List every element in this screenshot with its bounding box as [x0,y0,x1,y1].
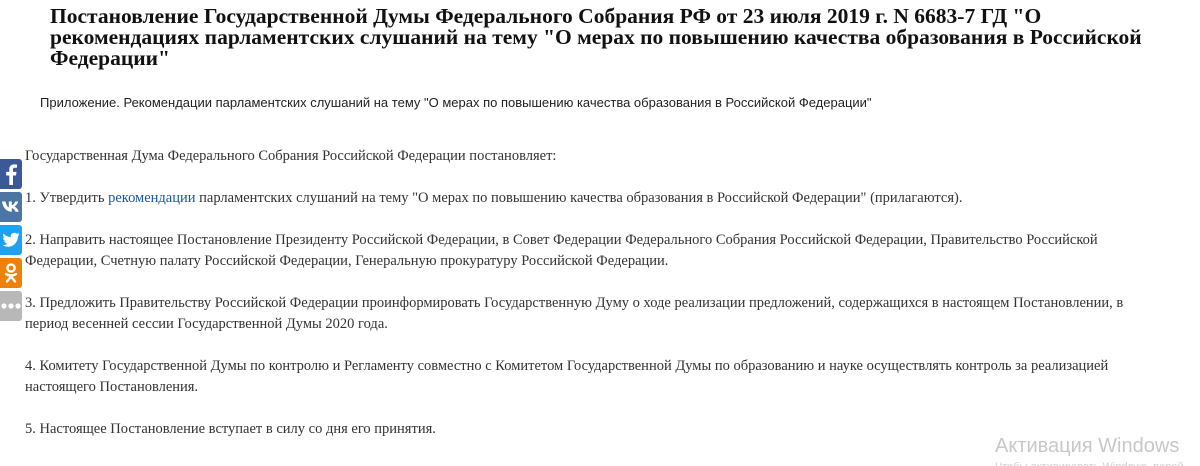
more-icon [1,303,21,309]
share-vk-button[interactable] [0,192,22,222]
vk-icon [2,201,19,212]
intro-paragraph: Государственная Дума Федерального Собран… [25,148,557,164]
item-1-text-start: 1. Утвердить [25,190,109,206]
share-more-button[interactable] [0,291,22,321]
item-3-paragraph: 3. Предложить Правительству Российской Ф… [25,295,1124,332]
facebook-icon [6,164,17,185]
appendix-link[interactable]: Приложение. Рекомендации парламентских с… [40,94,872,112]
share-twitter-button[interactable] [0,225,22,255]
recommendations-link[interactable]: рекомендации [108,190,195,206]
odnoklassniki-icon [4,263,18,283]
social-share-bar [0,159,22,324]
item-2-paragraph: 2. Направить настоящее Постановление Пре… [25,232,1098,269]
item-5-paragraph: 5. Настоящее Постановление вступает в си… [25,421,436,437]
share-facebook-button[interactable] [0,159,22,189]
item-1-text-end: парламентских слушаний на тему "О мерах … [195,190,963,206]
document-body: Государственная Дума Федерального Собран… [25,146,1145,461]
windows-activation-subtitle: Чтобы активировать Windows, перейдите в … [995,460,1185,466]
item-1-paragraph: 1. Утвердить рекомендации парламентских … [25,188,1145,209]
share-odnoklassniki-button[interactable] [0,258,22,288]
windows-activation-watermark: Активация Windows [995,435,1180,457]
twitter-icon [2,232,20,247]
document-title: Постановление Государственной Думы Федер… [50,4,1142,70]
item-4-paragraph: 4. Комитету Государственной Думы по конт… [25,358,1109,395]
